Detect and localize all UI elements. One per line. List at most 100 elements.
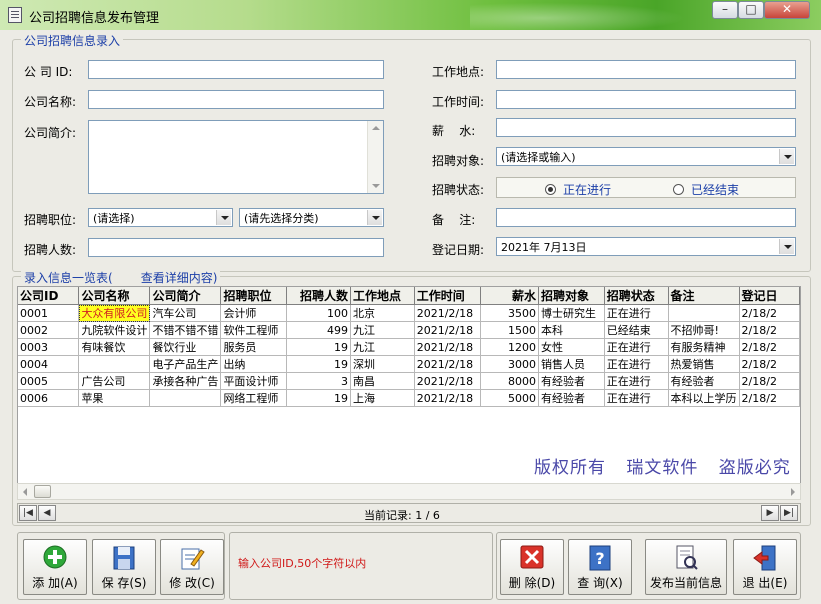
table-cell[interactable]: 电子产品生产 [149, 355, 222, 373]
table-cell[interactable] [668, 304, 740, 322]
table-cell[interactable]: 有经验者 [668, 372, 740, 390]
salary-input[interactable] [496, 118, 796, 137]
company-id-input[interactable] [88, 60, 384, 79]
scroll-thumb[interactable] [34, 485, 51, 498]
table-cell[interactable]: 3500 [480, 304, 540, 322]
grid-column-header[interactable]: 公司名称 [78, 287, 151, 305]
grid-column-header[interactable]: 登记日 [739, 287, 800, 305]
grid-horizontal-scrollbar[interactable] [17, 483, 801, 500]
table-cell[interactable]: 九江 [350, 321, 415, 339]
table-cell[interactable]: 2021/2/18 [414, 321, 481, 339]
table-row[interactable]: 0004 电子产品生产 出纳 19 深圳 2021/2/18 3000 销售人员 正在进行 热爱销… [18, 355, 800, 373]
table-row[interactable]: 0006 苹果 网络工程师 19 上海 2021/2/18 5000 有经验者 正在进行 本科以上… [18, 389, 800, 407]
table-cell[interactable]: 8000 [480, 372, 540, 390]
table-cell[interactable]: 北京 [350, 304, 415, 322]
table-cell[interactable]: 上海 [350, 389, 415, 407]
table-cell[interactable]: 广告公司 [78, 372, 151, 390]
table-cell[interactable]: 2021/2/18 [414, 355, 481, 373]
table-cell[interactable]: 100 [286, 304, 351, 322]
grid-column-header[interactable]: 薪水 [480, 287, 540, 305]
close-button[interactable]: ✕ [764, 1, 810, 19]
table-cell[interactable]: 2/18/2 [739, 321, 800, 339]
table-cell[interactable]: 博士研究生 [538, 304, 605, 322]
publish-button[interactable]: 发布当前信息 [645, 539, 727, 595]
table-cell[interactable]: 本科 [538, 321, 605, 339]
table-cell[interactable]: 正在进行 [604, 338, 669, 356]
table-cell[interactable]: 不招帅哥! [668, 321, 740, 339]
table-cell[interactable]: 0001 [18, 304, 80, 322]
prev-record-button[interactable]: ◀ [38, 505, 56, 521]
category-select[interactable]: (请先选择分类) [239, 208, 384, 227]
position-select[interactable]: (请选择) [88, 208, 233, 227]
table-cell[interactable]: 承接各种广告 [149, 372, 222, 390]
grid-column-header[interactable]: 招聘对象 [538, 287, 605, 305]
last-record-button[interactable]: ▶| [780, 505, 798, 521]
table-cell[interactable]: 2/18/2 [739, 338, 800, 356]
table-cell[interactable]: 2021/2/18 [414, 304, 481, 322]
table-cell[interactable]: 5000 [480, 389, 540, 407]
grid-column-header[interactable]: 招聘职位 [220, 287, 288, 305]
scroll-left-icon[interactable] [23, 488, 27, 496]
grid-column-header[interactable]: 招聘人数 [286, 287, 351, 305]
table-cell[interactable]: 2021/2/18 [414, 338, 481, 356]
save-button[interactable]: 保 存(S) [92, 539, 156, 595]
table-cell[interactable]: 2021/2/18 [414, 389, 481, 407]
minimize-button[interactable]: – [712, 1, 738, 19]
worktime-input[interactable] [496, 90, 796, 109]
table-cell[interactable]: 有服务精神 [668, 338, 740, 356]
table-cell[interactable]: 餐饮行业 [149, 338, 222, 356]
table-cell[interactable]: 有味餐饮 [78, 338, 151, 356]
target-select[interactable]: (请选择或输入) [496, 147, 796, 166]
count-input[interactable] [88, 238, 384, 257]
table-cell[interactable]: 平面设计师 [220, 372, 288, 390]
table-cell[interactable]: 正在进行 [604, 355, 669, 373]
location-input[interactable] [496, 60, 796, 79]
table-cell[interactable]: 499 [286, 321, 351, 339]
date-picker[interactable]: 2021年 7月13日 [496, 237, 796, 256]
table-cell[interactable]: 出纳 [220, 355, 288, 373]
table-cell[interactable]: 1200 [480, 338, 540, 356]
table-cell[interactable]: 销售人员 [538, 355, 605, 373]
chevron-down-icon[interactable] [779, 239, 794, 254]
table-cell[interactable]: 正在进行 [604, 372, 669, 390]
query-button[interactable]: ? 查 询(X) [568, 539, 632, 595]
chevron-down-icon[interactable] [367, 210, 382, 225]
maximize-button[interactable]: □ [738, 1, 764, 19]
table-cell[interactable]: 有经验者 [538, 372, 605, 390]
status-radio-ended[interactable]: 已经结束 [673, 181, 739, 198]
title-bar[interactable]: 公司招聘信息发布管理 – □ ✕ [0, 0, 821, 30]
table-row[interactable]: 0003 有味餐饮 餐饮行业 服务员 19 九江 2021/2/18 1200 女性 正在进行 有服… [18, 338, 800, 356]
company-intro-textarea[interactable] [88, 120, 384, 194]
table-cell[interactable]: 1500 [480, 321, 540, 339]
table-cell[interactable]: 会计师 [220, 304, 288, 322]
table-cell[interactable]: 2/18/2 [739, 372, 800, 390]
table-cell[interactable]: 0002 [18, 321, 80, 339]
table-cell[interactable]: 有经验者 [538, 389, 605, 407]
table-cell[interactable]: 正在进行 [604, 389, 669, 407]
company-name-input[interactable] [88, 90, 384, 109]
table-cell[interactable]: 19 [286, 389, 351, 407]
delete-button[interactable]: 删 除(D) [500, 539, 564, 595]
table-cell[interactable]: 汽车公司 [149, 304, 222, 322]
table-cell[interactable] [149, 389, 222, 407]
table-cell[interactable]: 南昌 [350, 372, 415, 390]
table-cell[interactable]: 0003 [18, 338, 80, 356]
grid-column-header[interactable]: 工作时间 [414, 287, 481, 305]
table-cell[interactable]: 正在进行 [604, 304, 669, 322]
table-cell[interactable]: 0005 [18, 372, 80, 390]
remark-input[interactable] [496, 208, 796, 227]
status-radio-ongoing[interactable]: 正在进行 [545, 181, 611, 198]
table-cell[interactable]: 2/18/2 [739, 355, 800, 373]
grid-column-header[interactable]: 招聘状态 [604, 287, 669, 305]
table-cell[interactable] [78, 355, 151, 373]
scroll-right-icon[interactable] [791, 488, 795, 496]
records-grid[interactable]: 公司ID 公司名称 公司简介 招聘职位 招聘人数 工作地点 工作时间 薪水 招聘对象 招聘状态 备注… [17, 286, 801, 492]
table-cell[interactable]: 19 [286, 355, 351, 373]
grid-column-header[interactable]: 备注 [668, 287, 740, 305]
table-cell[interactable]: 2/18/2 [739, 389, 800, 407]
grid-column-header[interactable]: 公司ID [18, 287, 80, 305]
table-cell[interactable]: 本科以上学历 [668, 389, 740, 407]
table-cell[interactable]: 3000 [480, 355, 540, 373]
chevron-down-icon[interactable] [216, 210, 231, 225]
next-record-button[interactable]: ▶ [761, 505, 779, 521]
